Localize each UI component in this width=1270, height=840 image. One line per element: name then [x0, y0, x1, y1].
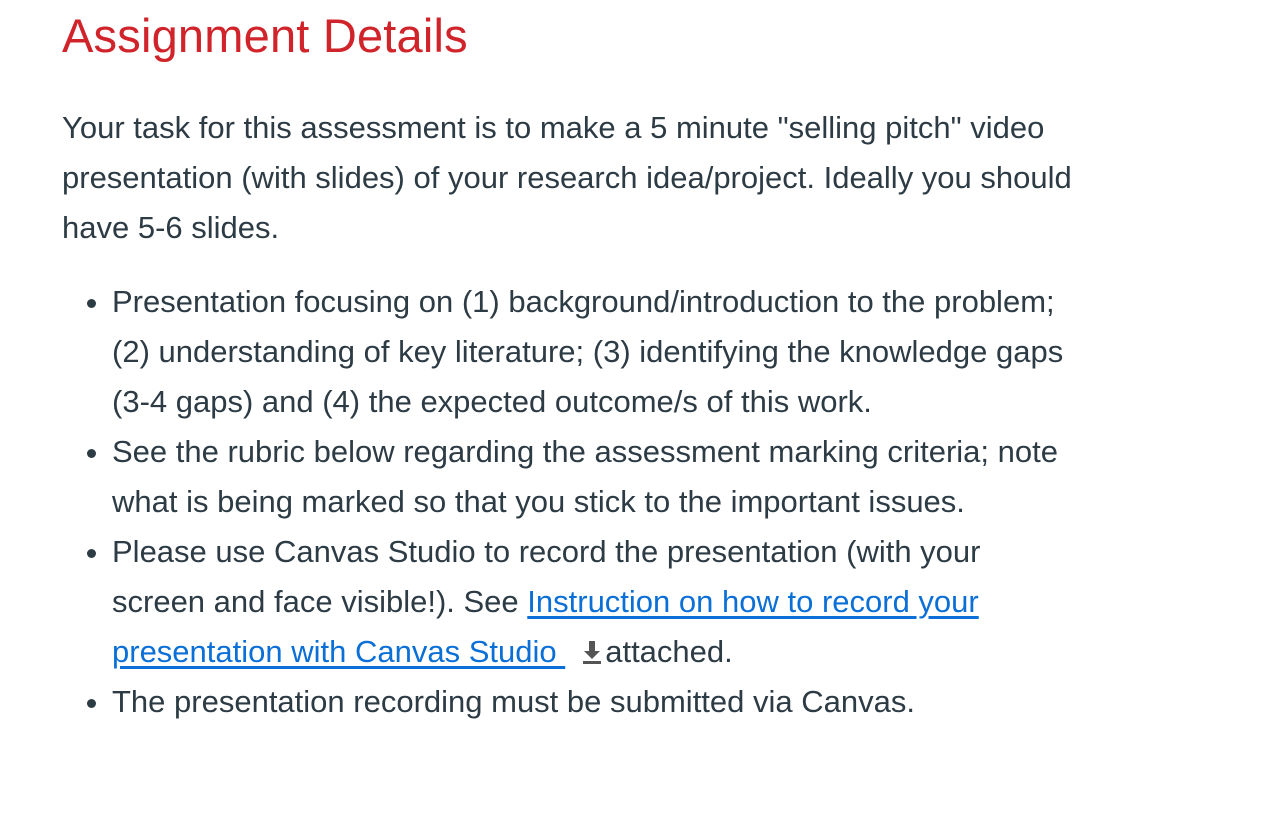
list-item-rubric-text: See the rubric below regarding the asses…	[112, 434, 1058, 519]
canvas-studio-text-suffix: attached.	[605, 634, 733, 669]
details-list: Presentation focusing on (1) background/…	[62, 277, 1072, 727]
list-item-rubric: See the rubric below regarding the asses…	[112, 427, 1072, 527]
assignment-content: Assignment Details Your task for this as…	[62, 0, 1082, 727]
list-item-submission-text: The presentation recording must be submi…	[112, 684, 915, 719]
page-title: Assignment Details	[62, 9, 468, 62]
list-item-focus: Presentation focusing on (1) background/…	[112, 277, 1072, 427]
list-item-focus-text: Presentation focusing on (1) background/…	[112, 284, 1064, 419]
list-item-canvas-studio: Please use Canvas Studio to record the p…	[112, 527, 1072, 677]
list-item-submission: The presentation recording must be submi…	[112, 677, 1072, 727]
download-icon[interactable]	[579, 639, 605, 665]
intro-paragraph: Your task for this assessment is to make…	[62, 110, 1072, 245]
